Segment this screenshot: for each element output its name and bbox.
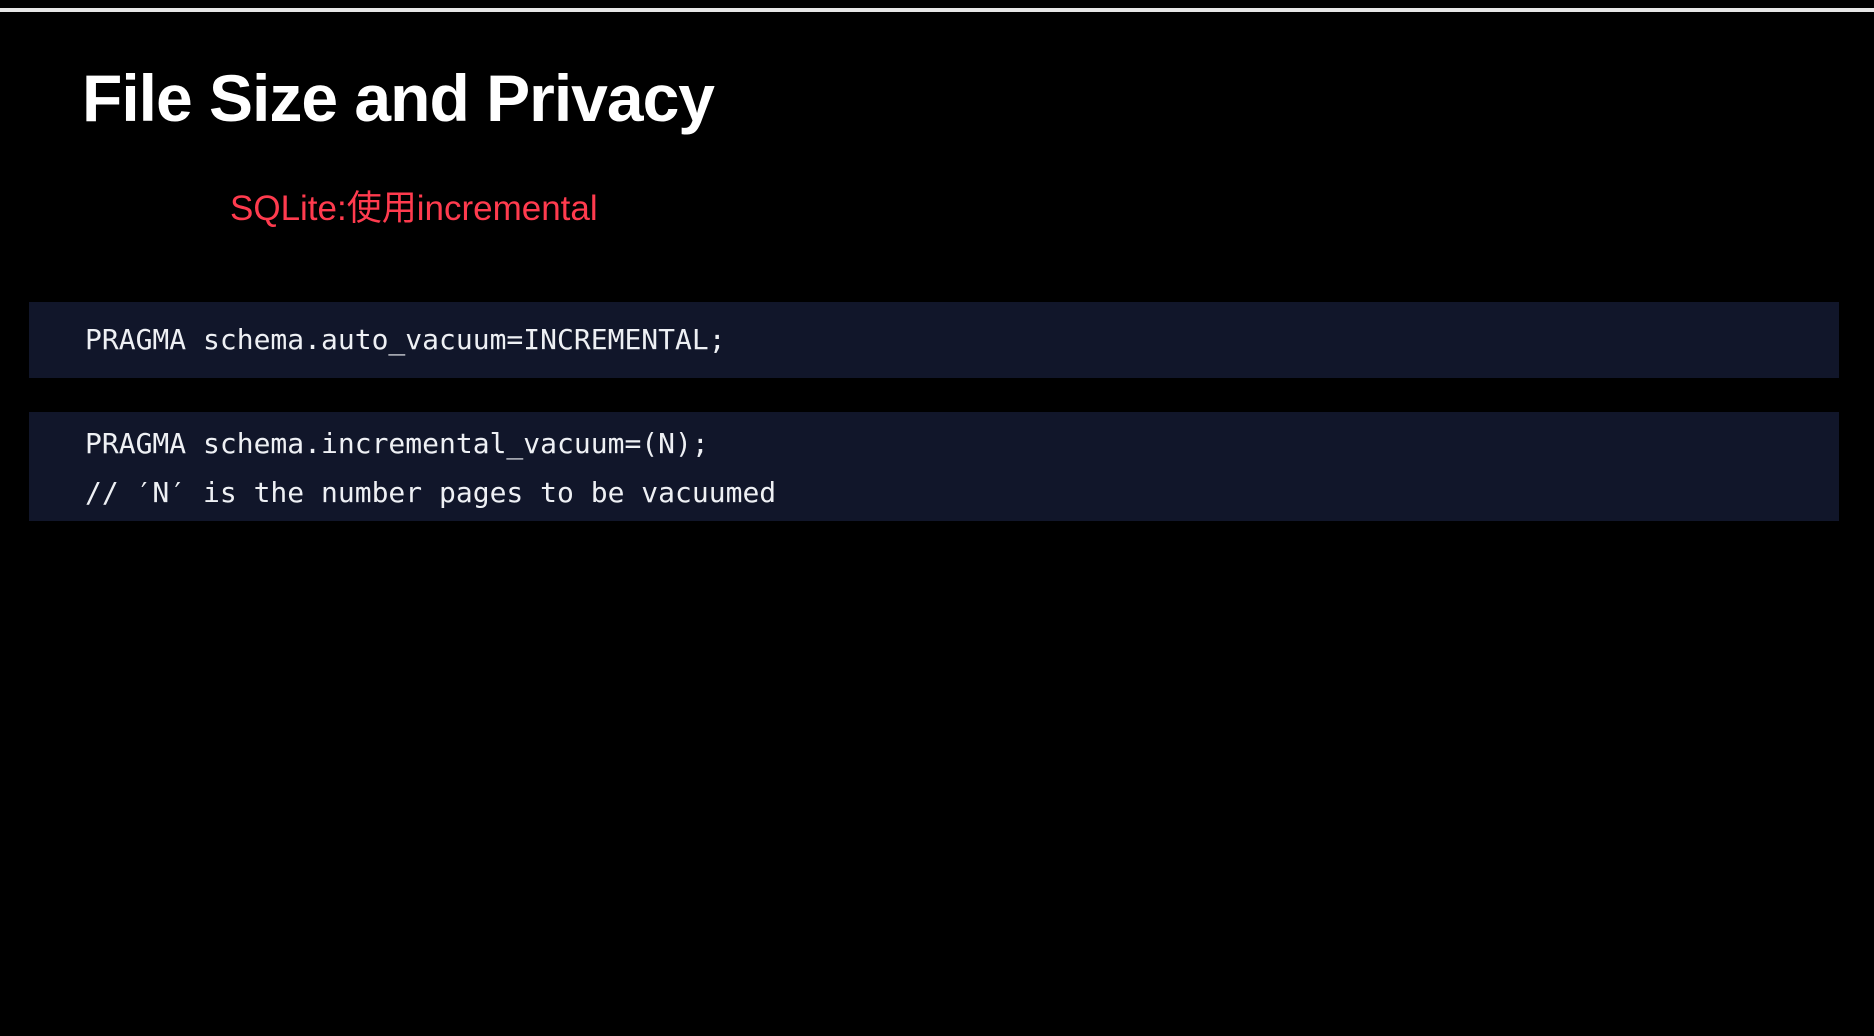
- code-line: PRAGMA schema.auto_vacuum=INCREMENTAL;: [85, 323, 726, 356]
- top-divider: [0, 8, 1874, 12]
- code-comment-line: // ′N′ is the number pages to be vacuume…: [85, 476, 777, 509]
- code-line: PRAGMA schema.incremental_vacuum=(N);: [85, 427, 709, 460]
- code-block-incremental-vacuum: PRAGMA schema.incremental_vacuum=(N); //…: [29, 412, 1839, 521]
- slide-subtitle: SQLite:使用incremental: [230, 189, 598, 228]
- slide-title: File Size and Privacy: [82, 61, 715, 135]
- code-block-auto-vacuum: PRAGMA schema.auto_vacuum=INCREMENTAL;: [29, 302, 1839, 378]
